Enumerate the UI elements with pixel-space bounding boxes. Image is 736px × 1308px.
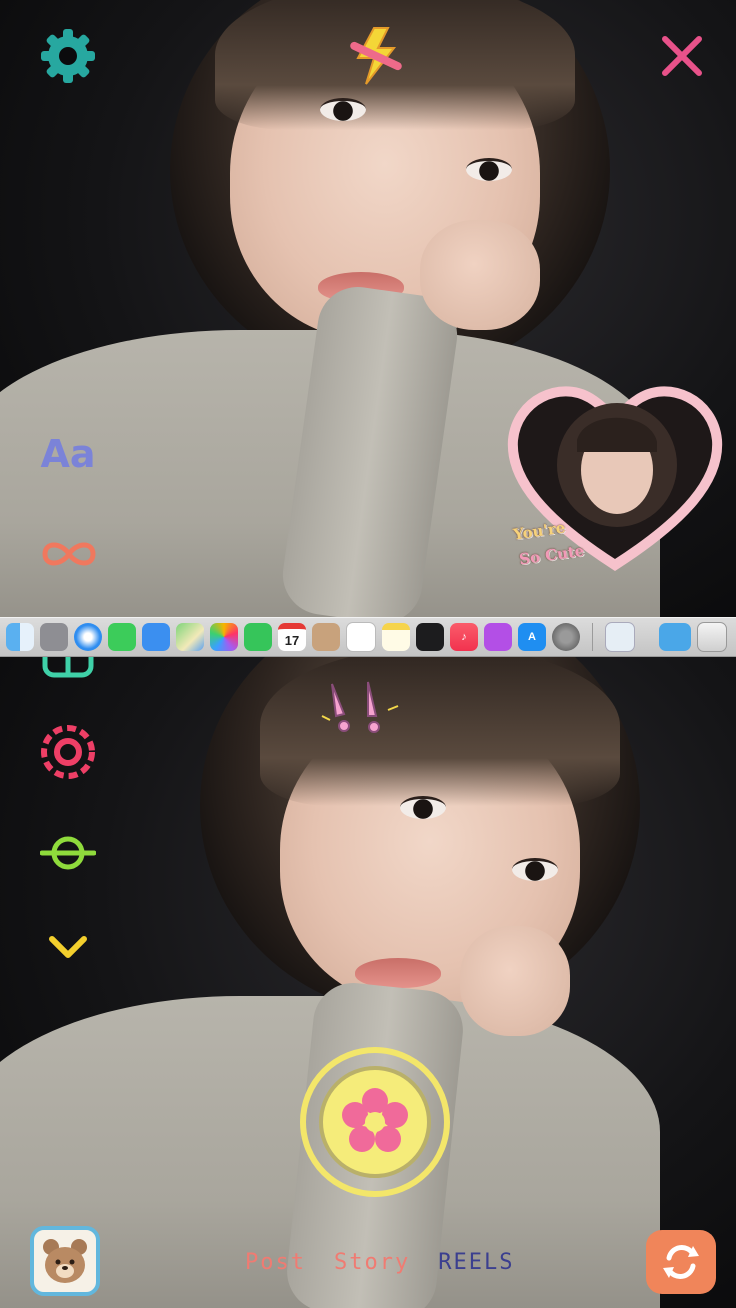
trash-icon[interactable] — [697, 622, 727, 652]
timer-tool[interactable] — [38, 722, 98, 782]
shutter-button[interactable] — [300, 1047, 450, 1197]
chevron-down-icon — [49, 936, 87, 958]
infinity-icon — [42, 542, 96, 566]
lightning-sticker — [350, 27, 402, 85]
more-tools-button[interactable] — [44, 930, 92, 964]
tab-reels[interactable]: REELS — [438, 1250, 514, 1275]
gear-icon — [41, 29, 95, 83]
photos-icon[interactable] — [210, 623, 238, 651]
system-settings-icon[interactable] — [552, 623, 580, 651]
tab-post[interactable]: Post — [245, 1250, 306, 1275]
text-icon: Aa — [40, 432, 96, 476]
boomerang-tool[interactable] — [40, 534, 98, 574]
text-tool[interactable]: Aa — [36, 428, 100, 480]
gallery-button[interactable] — [30, 1226, 100, 1296]
dock-separator — [592, 623, 593, 651]
calendar-icon[interactable]: 17 — [278, 623, 306, 651]
tab-story[interactable]: Story — [334, 1250, 410, 1275]
dock-bar: 17 ♪ A — [0, 617, 736, 657]
heart-photo-sticker[interactable]: You're So Cute — [505, 370, 725, 580]
messages-icon[interactable] — [108, 623, 136, 651]
flip-camera-icon — [663, 1245, 699, 1279]
contacts-icon[interactable] — [312, 623, 340, 651]
dashed-circle-icon — [41, 725, 95, 779]
circle-line-icon — [40, 836, 96, 870]
flip-camera-button[interactable] — [646, 1230, 716, 1294]
filter-tool[interactable] — [38, 830, 98, 876]
notes-icon[interactable] — [382, 623, 410, 651]
capture-mode-tabs: Post Story REELS — [245, 1250, 514, 1275]
flower-icon — [342, 1088, 408, 1152]
reminders-icon[interactable] — [346, 622, 376, 652]
downloads-folder-icon[interactable] — [659, 623, 691, 651]
settings-button[interactable] — [38, 26, 98, 86]
close-button[interactable] — [656, 30, 708, 82]
camera-preview-bottom — [0, 656, 736, 1308]
tv-icon[interactable] — [416, 623, 444, 651]
facetime-icon[interactable] — [244, 623, 272, 651]
podcasts-icon[interactable] — [484, 623, 512, 651]
launchpad-icon[interactable] — [40, 623, 68, 651]
maps-icon[interactable] — [176, 623, 204, 651]
mail-icon[interactable] — [142, 623, 170, 651]
exclamation-sticker — [321, 681, 399, 733]
bear-icon — [43, 1239, 87, 1283]
finder-icon[interactable] — [6, 623, 34, 651]
shutter-inner — [319, 1066, 431, 1178]
calendar-day: 17 — [284, 632, 300, 648]
app-store-icon[interactable]: A — [518, 623, 546, 651]
preview-icon[interactable] — [605, 622, 635, 652]
safari-icon[interactable] — [74, 623, 102, 651]
close-icon — [662, 36, 702, 76]
music-icon[interactable]: ♪ — [450, 623, 478, 651]
